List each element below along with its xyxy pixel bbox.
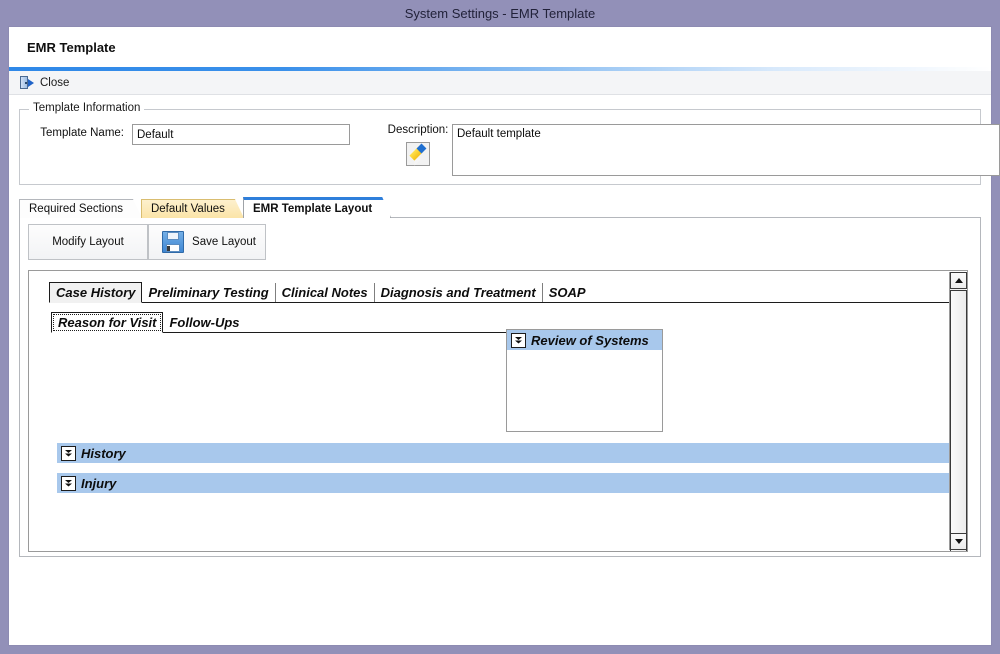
page-header: EMR Template [9, 27, 991, 67]
inner-tab-case-history[interactable]: Case History [49, 282, 143, 303]
emr-template-layout-panel: Modify Layout Save Layout Case History P… [19, 217, 981, 557]
inner-tab-diagnosis-and-treatment-label: Diagnosis and Treatment [380, 285, 536, 300]
pencil-icon-button[interactable] [406, 142, 430, 166]
modify-layout-button[interactable]: Modify Layout [28, 224, 148, 260]
section-history-title: History [81, 445, 126, 461]
section-injury-title: Injury [81, 475, 117, 491]
section-bar-history[interactable]: History [57, 443, 957, 463]
main-toolbar: Close [9, 71, 991, 95]
inner-tab-preliminary-testing-label: Preliminary Testing [148, 285, 269, 300]
settings-tab-strip: Required Sections Default Values EMR Tem… [19, 199, 981, 218]
close-button[interactable]: Close [15, 75, 74, 91]
close-button-label: Close [40, 76, 70, 89]
sub-tab-follow-ups-label: Follow-Ups [169, 315, 240, 330]
double-chevron-down-icon[interactable] [61, 475, 76, 491]
tab-emr-template-layout-label: EMR Template Layout [252, 203, 373, 215]
inner-tab-clinical-notes-label: Clinical Notes [281, 285, 368, 300]
scroll-up-button[interactable] [950, 272, 967, 289]
inner-tab-clinical-notes[interactable]: Clinical Notes [276, 283, 375, 302]
inner-tab-soap-label: SOAP [548, 285, 586, 300]
template-information-legend: Template Information [29, 102, 145, 114]
save-layout-label: Save Layout [192, 236, 256, 248]
case-history-tab-row: Case History Preliminary Testing Clinica… [49, 282, 949, 303]
review-of-systems-header[interactable]: Review of Systems [507, 330, 662, 350]
template-information-group: Template Information Template Name: Desc… [19, 102, 1000, 185]
review-of-systems-panel[interactable]: Review of Systems [506, 329, 663, 432]
tab-default-values[interactable]: Default Values [141, 199, 244, 218]
scroll-down-button[interactable] [950, 533, 967, 550]
section-bar-injury[interactable]: Injury [57, 473, 957, 493]
description-label: Description: [387, 124, 449, 136]
save-layout-button[interactable]: Save Layout [148, 224, 266, 260]
title-bar: System Settings - EMR Template [0, 0, 1000, 26]
sub-tab-reason-for-visit-label: Reason for Visit [58, 315, 157, 330]
page-title: EMR Template [27, 39, 116, 55]
template-name-input[interactable] [132, 124, 350, 145]
layout-button-bar: Modify Layout Save Layout [20, 218, 980, 260]
window-frame: EMR Template Close Template Information … [8, 26, 1000, 646]
layout-designer-surface[interactable]: Case History Preliminary Testing Clinica… [28, 270, 968, 552]
sub-tab-follow-ups[interactable]: Follow-Ups [163, 313, 245, 332]
case-history-sub-tab-row: Reason for Visit Follow-Ups [51, 312, 516, 333]
content-pane: Template Information Template Name: Desc… [9, 95, 1000, 644]
description-textarea[interactable] [452, 124, 1000, 176]
window-title: System Settings - EMR Template [404, 5, 596, 21]
double-chevron-down-icon[interactable] [61, 445, 76, 461]
tab-emr-template-layout[interactable]: EMR Template Layout [243, 197, 391, 218]
designer-vertical-scrollbar[interactable] [949, 272, 967, 551]
application-window: System Settings - EMR Template EMR Templ… [0, 0, 1000, 654]
review-of-systems-title: Review of Systems [531, 332, 649, 348]
inner-tab-soap[interactable]: SOAP [543, 283, 592, 302]
tab-default-values-label: Default Values [150, 203, 225, 215]
inner-tab-diagnosis-and-treatment[interactable]: Diagnosis and Treatment [375, 283, 543, 302]
tab-required-sections[interactable]: Required Sections [19, 199, 142, 218]
sub-tab-reason-for-visit[interactable]: Reason for Visit [51, 312, 164, 333]
scrollbar-thumb[interactable] [950, 290, 967, 551]
modify-layout-label: Modify Layout [52, 236, 124, 248]
triangle-up-icon [954, 278, 963, 283]
triangle-down-icon [954, 539, 963, 544]
double-chevron-down-icon[interactable] [511, 332, 526, 348]
exit-door-icon [20, 75, 34, 90]
floppy-disk-icon [162, 231, 185, 253]
tab-required-sections-label: Required Sections [29, 203, 123, 215]
template-name-label: Template Name: [40, 127, 124, 139]
inner-tab-case-history-label: Case History [56, 285, 136, 300]
inner-tab-preliminary-testing[interactable]: Preliminary Testing [142, 283, 276, 302]
